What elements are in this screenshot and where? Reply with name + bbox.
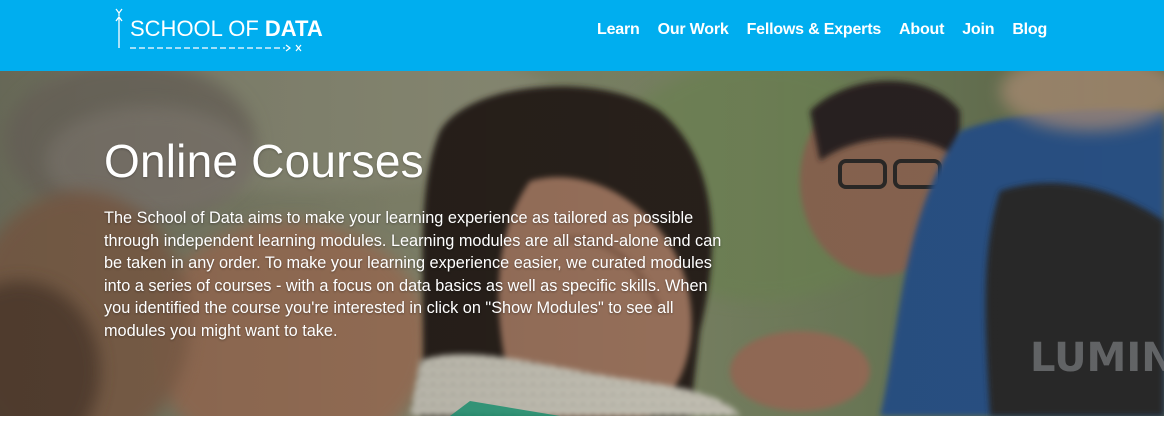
nav-link-blog[interactable]: Blog xyxy=(1012,21,1047,39)
hero-banner: LUMIN Online Courses The School of Data … xyxy=(0,71,1164,416)
hero-description: The School of Data aims to make your lea… xyxy=(104,209,722,340)
top-navigation-bar: SCHOOL OF DATA Learn Our Work Fellows & … xyxy=(0,0,1164,71)
logo-text: SCHOOL OF DATA xyxy=(130,16,323,42)
school-of-data-logo[interactable]: SCHOOL OF DATA xyxy=(110,6,323,58)
nav-link-fellows-experts[interactable]: Fellows & Experts xyxy=(747,21,882,39)
logo-text-light: SCHOOL OF xyxy=(130,16,265,41)
nav-link-join[interactable]: Join xyxy=(962,21,994,39)
nav-link-our-work[interactable]: Our Work xyxy=(658,21,729,39)
logo-text-bold: DATA xyxy=(264,16,323,41)
main-navigation: Learn Our Work Fellows & Experts About J… xyxy=(597,20,1047,40)
page-title: Online Courses xyxy=(104,135,424,187)
nav-link-about[interactable]: About xyxy=(899,21,944,39)
nav-link-learn[interactable]: Learn xyxy=(597,21,640,39)
